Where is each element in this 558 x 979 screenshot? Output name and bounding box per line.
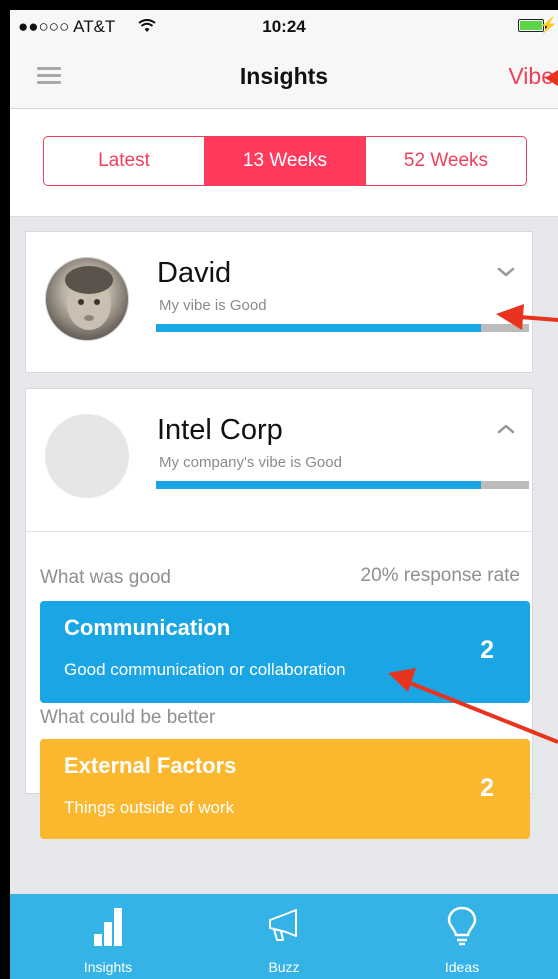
person-vibe-bar [156, 324, 529, 332]
charging-icon: ⚡ [539, 17, 558, 34]
vibe-button[interactable]: Vibe [508, 63, 554, 90]
tab-buzz-label: Buzz [268, 959, 300, 975]
clock: 10:24 [262, 17, 306, 36]
chevron-up-icon[interactable] [496, 419, 516, 439]
good-item-title: Communication [64, 615, 231, 640]
period-selector-bar: Latest 13 Weeks 52 Weeks [10, 109, 558, 217]
good-item-description: Good communication or collaboration [64, 660, 346, 679]
better-item-count: 2 [480, 774, 494, 802]
better-item-external-factors[interactable]: External Factors Things outside of work … [40, 739, 530, 839]
nav-bar: Insights Vibe [10, 44, 558, 109]
good-section-label: What was good [40, 567, 171, 588]
better-section-label: What could be better [40, 707, 216, 728]
segment-latest[interactable]: Latest [44, 137, 205, 185]
lightbulb-icon [447, 906, 477, 946]
tab-insights-label: Insights [83, 959, 133, 975]
status-bar: ●●○○○ AT&T 10:24 ⚡ [10, 10, 558, 44]
company-vibe-bar [156, 481, 529, 489]
chevron-down-icon[interactable] [496, 262, 516, 282]
baby-photo-icon [65, 266, 113, 330]
person-vibe-text: My vibe is Good [159, 297, 267, 314]
company-avatar [45, 414, 129, 498]
segment-13-weeks[interactable]: 13 Weeks [205, 137, 366, 185]
company-vibe-text: My company's vibe is Good [159, 454, 342, 471]
person-vibe-card[interactable]: David My vibe is Good [25, 231, 533, 373]
page-title: Insights [239, 63, 329, 89]
segment-52-weeks[interactable]: 52 Weeks [366, 137, 526, 185]
tab-ideas-label: Ideas [444, 959, 480, 975]
company-vibe-card: Intel Corp My company's vibe is Good Wha… [25, 388, 533, 839]
person-name: David [157, 257, 232, 289]
company-name: Intel Corp [157, 414, 283, 446]
period-segmented-control: Latest 13 Weeks 52 Weeks [43, 136, 527, 186]
tab-bar: Insights Buzz Ideas [10, 894, 558, 979]
response-rate: 20% response rate [360, 565, 521, 586]
tab-ideas[interactable]: Ideas [402, 894, 522, 979]
app-screen: ●●○○○ AT&T 10:24 ⚡ Insights Vibe Latest … [10, 10, 558, 979]
divider [26, 531, 532, 532]
tab-insights[interactable]: Insights [48, 894, 168, 979]
tab-buzz[interactable]: Buzz [224, 894, 344, 979]
good-item-count: 2 [480, 636, 494, 664]
megaphone-icon [269, 909, 297, 941]
avatar [45, 257, 129, 341]
better-item-description: Things outside of work [64, 798, 235, 817]
bar-chart-icon [94, 908, 122, 946]
better-item-title: External Factors [64, 753, 237, 778]
good-item-communication[interactable]: Communication Good communication or coll… [40, 601, 530, 703]
